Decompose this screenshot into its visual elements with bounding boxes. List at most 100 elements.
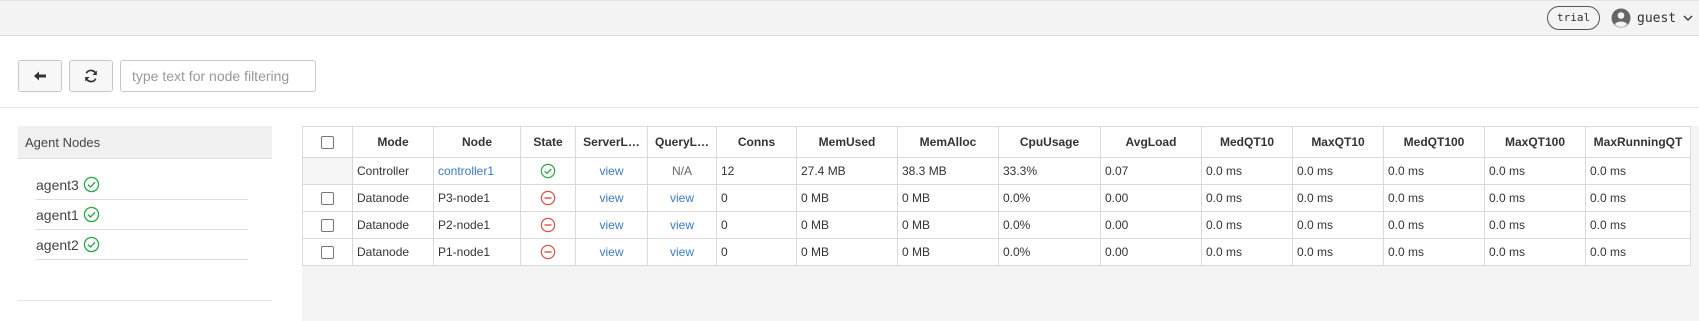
cell-conns: 12	[716, 157, 797, 185]
cell-avg-load: 0.00	[1100, 238, 1202, 266]
check-circle-icon	[83, 176, 100, 193]
column-header-medqt10[interactable]: MedQT10	[1201, 126, 1293, 158]
column-header-mode[interactable]: Mode	[352, 126, 434, 158]
user-avatar-icon	[1611, 8, 1631, 28]
minus-circle-icon	[540, 190, 556, 206]
cell-node: P1-node1	[433, 238, 521, 266]
cell-mem-alloc: 38.3 MB	[897, 157, 999, 185]
table-row[interactable]: Controller controller1 view N/A 12 27.4 …	[302, 157, 1691, 185]
cell-node: P3-node1	[433, 184, 521, 212]
check-circle-icon	[540, 163, 556, 179]
cell-query-log: view	[647, 184, 717, 212]
column-header-state[interactable]: State	[520, 126, 576, 158]
cell-query-log: view	[647, 211, 717, 239]
cell-medqt100: 0.0 ms	[1383, 157, 1485, 185]
cell-state	[520, 184, 576, 212]
cell-cpu-usage: 0.0%	[998, 211, 1101, 239]
chevron-down-icon	[1683, 15, 1693, 22]
cell-server-log: view	[575, 184, 648, 212]
agent-nodes-panel: Agent Nodes agent3 agent1 agent2	[18, 126, 272, 301]
agent-name: agent2	[36, 236, 79, 253]
table-row[interactable]: Datanode P3-node1 view view 0 0 MB 0 MB …	[302, 184, 1691, 212]
row-checkbox-cell-empty	[302, 157, 353, 185]
user-menu[interactable]: guest	[1611, 7, 1694, 29]
agent-item[interactable]: agent1	[36, 200, 248, 230]
cell-medqt10: 0.0 ms	[1201, 238, 1293, 266]
column-header-cpu-usage[interactable]: CpuUsage	[998, 126, 1101, 158]
query-log-view-link[interactable]: view	[670, 218, 694, 232]
agent-nodes-title: Agent Nodes	[18, 126, 272, 159]
column-header-avg-load[interactable]: AvgLoad	[1100, 126, 1202, 158]
cell-medqt100: 0.0 ms	[1383, 211, 1485, 239]
row-checkbox-cell[interactable]	[302, 238, 353, 266]
server-log-view-link[interactable]: view	[599, 218, 623, 232]
cell-maxqt10: 0.0 ms	[1292, 238, 1384, 266]
column-header-query-log[interactable]: QueryL…	[647, 126, 717, 158]
cell-node: controller1	[433, 157, 521, 185]
column-header-medqt100[interactable]: MedQT100	[1383, 126, 1485, 158]
table-row[interactable]: Datanode P1-node1 view view 0 0 MB 0 MB …	[302, 238, 1691, 266]
cell-state	[520, 211, 576, 239]
cell-mem-used: 0 MB	[796, 211, 898, 239]
cell-maxqt100: 0.0 ms	[1484, 238, 1586, 266]
server-log-view-link[interactable]: view	[599, 191, 623, 205]
cell-mode: Controller	[352, 157, 434, 185]
agent-list: agent3 agent1 agent2	[36, 170, 248, 260]
cell-state	[520, 157, 576, 185]
cell-maxqt100: 0.0 ms	[1484, 184, 1586, 212]
column-header-mem-alloc[interactable]: MemAlloc	[897, 126, 999, 158]
row-checkbox[interactable]	[321, 219, 334, 233]
agent-item[interactable]: agent2	[36, 230, 248, 260]
agent-item[interactable]: agent3	[36, 170, 248, 200]
cell-mem-used: 27.4 MB	[796, 157, 898, 185]
cell-cpu-usage: 0.0%	[998, 238, 1101, 266]
row-checkbox-cell[interactable]	[302, 184, 353, 212]
column-header-conns[interactable]: Conns	[716, 126, 797, 158]
cell-cpu-usage: 33.3%	[998, 157, 1101, 185]
cell-avg-load: 0.00	[1100, 184, 1202, 212]
cell-max-running-qt: 0.0 ms	[1585, 157, 1691, 185]
back-button[interactable]	[18, 60, 62, 92]
column-header-maxqt10[interactable]: MaxQT10	[1292, 126, 1384, 158]
row-checkbox-cell[interactable]	[302, 211, 353, 239]
minus-circle-icon	[540, 244, 556, 260]
cell-server-log: view	[575, 238, 648, 266]
cell-mem-alloc: 0 MB	[897, 238, 999, 266]
query-log-view-link[interactable]: view	[670, 245, 694, 259]
cell-server-log: view	[575, 157, 648, 185]
select-all-checkbox[interactable]	[321, 136, 334, 150]
cell-maxqt10: 0.0 ms	[1292, 157, 1384, 185]
cell-max-running-qt: 0.0 ms	[1585, 211, 1691, 239]
table-row[interactable]: Datanode P2-node1 view view 0 0 MB 0 MB …	[302, 211, 1691, 239]
agent-name: agent3	[36, 176, 79, 193]
user-name: guest	[1637, 10, 1677, 26]
cell-max-running-qt: 0.0 ms	[1585, 184, 1691, 212]
cell-server-log: view	[575, 211, 648, 239]
table-header-row: Mode Node State ServerL… QueryL… Conns M…	[302, 126, 1691, 158]
cell-avg-load: 0.00	[1100, 211, 1202, 239]
column-header-max-running-qt[interactable]: MaxRunningQT	[1585, 126, 1691, 158]
node-link[interactable]: controller1	[438, 164, 494, 178]
cell-conns: 0	[716, 238, 797, 266]
column-header-node[interactable]: Node	[433, 126, 521, 158]
cell-mem-alloc: 0 MB	[897, 184, 999, 212]
node-filter-input[interactable]	[120, 60, 316, 92]
row-checkbox[interactable]	[321, 192, 334, 206]
column-header-mem-used[interactable]: MemUsed	[796, 126, 898, 158]
trial-badge[interactable]: trial	[1547, 6, 1601, 30]
column-header-server-log[interactable]: ServerL…	[575, 126, 648, 158]
server-log-view-link[interactable]: view	[599, 245, 623, 259]
column-header-maxqt100[interactable]: MaxQT100	[1484, 126, 1586, 158]
cell-cpu-usage: 0.0%	[998, 184, 1101, 212]
cell-avg-load: 0.07	[1100, 157, 1202, 185]
cell-conns: 0	[716, 184, 797, 212]
check-circle-icon	[83, 236, 100, 253]
row-checkbox[interactable]	[321, 246, 334, 260]
server-log-view-link[interactable]: view	[599, 164, 623, 178]
select-all-checkbox-cell[interactable]	[302, 126, 353, 158]
query-log-view-link[interactable]: view	[670, 191, 694, 205]
cell-mem-used: 0 MB	[796, 184, 898, 212]
top-bar: trial guest	[0, 0, 1699, 36]
cell-medqt100: 0.0 ms	[1383, 184, 1485, 212]
refresh-button[interactable]	[69, 60, 113, 92]
